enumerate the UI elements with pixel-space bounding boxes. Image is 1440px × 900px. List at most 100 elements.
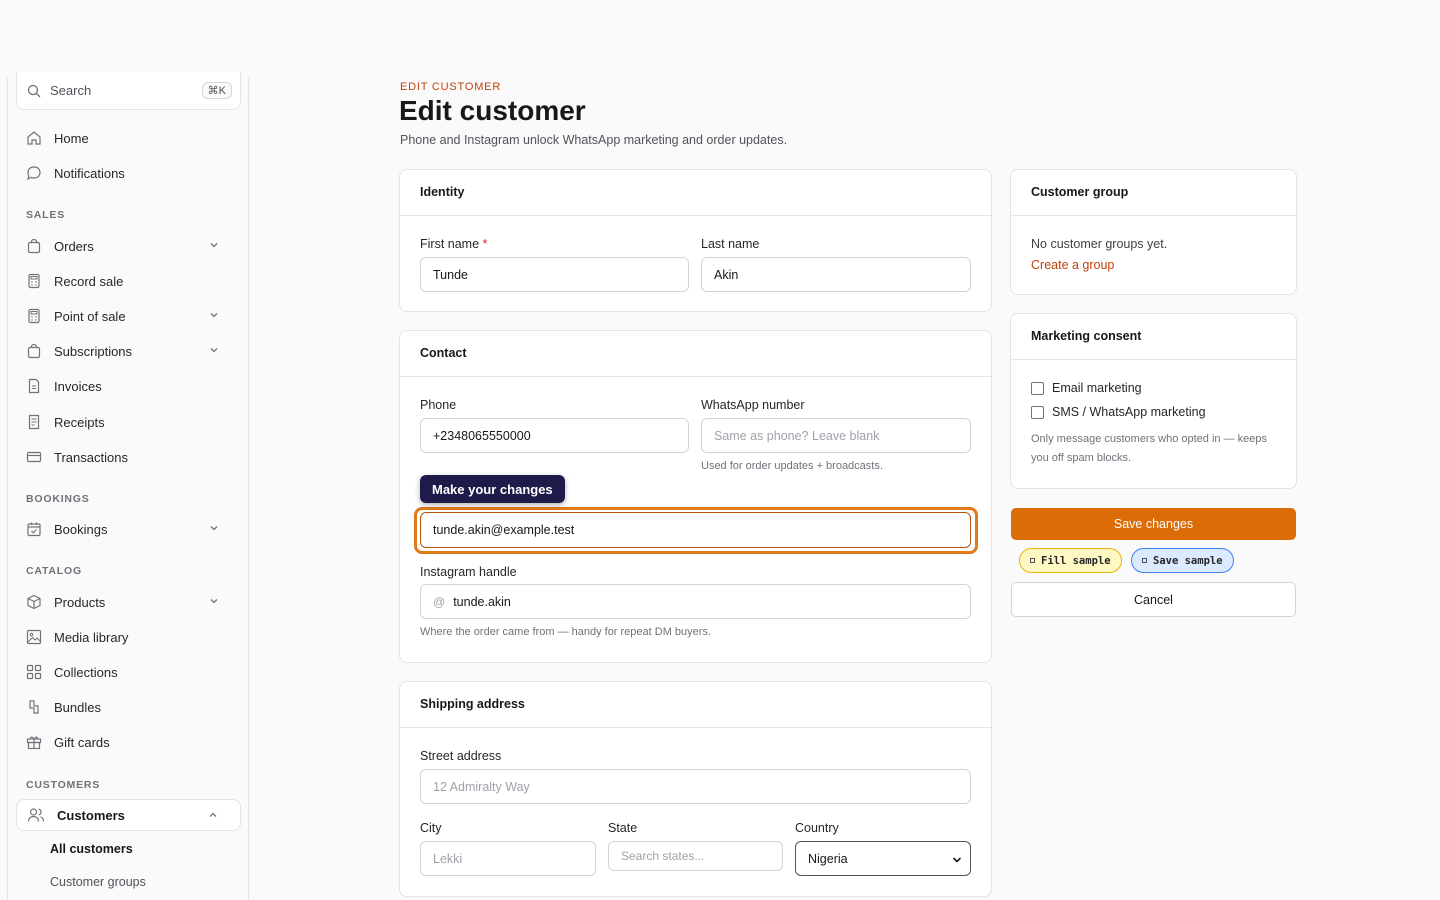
bundle-icon [29,700,39,714]
sidebar-item-products[interactable]: Products [16,586,241,618]
credit-card-icon [26,451,42,463]
page-eyebrow: EDIT CUSTOMER [400,81,502,93]
chevron-down-icon [210,243,218,248]
gift-icon [26,736,42,750]
tooltip: Make your changes [420,475,565,503]
sidebar-item-label: Gift cards [54,734,110,750]
save-sample-label: Save sample [1153,554,1223,567]
sidebar-item-subscriptions[interactable]: Subscriptions [16,335,241,367]
chevron-up-icon [209,812,217,817]
calculator-icon [28,308,40,324]
search-shortcut: ⌘K [201,82,232,99]
sidebar-item-label: Home [54,130,89,146]
square-icon [1030,558,1035,563]
state-label: State [608,821,638,835]
country-select[interactable]: Nigeria [795,841,971,876]
sidebar-item-label: Customers [57,807,125,823]
users-icon [27,808,45,822]
sidebar-item-receipts[interactable]: Receipts [16,406,241,438]
sidebar-item-label: Subscriptions [54,343,133,359]
whatsapp-hint: Used for order updates + broadcasts. [701,460,883,472]
sidebar-item-collections[interactable]: Collections [16,656,241,688]
sidebar-item-label: Media library [54,629,129,645]
fill-sample-label: Fill sample [1041,554,1111,567]
first-name-label: First name * [420,237,487,251]
email-input[interactable]: tunde.akin@example.test [420,512,971,548]
sidebar-item-home[interactable]: Home [16,122,241,154]
chevron-down-icon [210,599,218,604]
sidebar-subitem-all-customers[interactable]: All customers [50,842,133,856]
receipt-icon [28,414,40,430]
sms-marketing-label: SMS / WhatsApp marketing [1052,405,1206,419]
sidebar-item-gift-cards[interactable]: Gift cards [16,726,241,758]
document-icon [28,378,40,394]
first-name-input[interactable]: Tunde [420,257,689,292]
save-changes-button[interactable]: Save changes [1011,508,1296,540]
last-name-label: Last name [701,237,760,251]
sidebar-item-label: Record sale [54,273,124,289]
save-sample-button[interactable]: Save sample [1131,548,1234,573]
sidebar-item-record-sale[interactable]: Record sale [16,265,241,297]
marketing-heading: Marketing consent [1011,314,1296,360]
shipping-heading: Shipping address [400,682,991,728]
customer-group-card: Customer group [1010,169,1297,295]
sidebar-item-label: Notifications [54,165,125,181]
page-title: Edit customer [399,95,586,126]
sidebar-item-customers[interactable]: Customers [16,799,241,831]
last-name-input[interactable]: Akin [701,257,971,292]
email-marketing-checkbox[interactable] [1031,382,1044,395]
sidebar-item-bookings[interactable]: Bookings [16,513,241,545]
instagram-label: Instagram handle [420,565,517,579]
sidebar-item-notifications[interactable]: Notifications [16,157,241,189]
instagram-value: tunde.akin [453,594,511,609]
sidebar-item-label: Invoices [54,378,102,394]
whatsapp-input[interactable]: Same as phone? Leave blank [701,418,971,453]
sidebar-item-media-library[interactable]: Media library [16,621,241,653]
sidebar-item-invoices[interactable]: Invoices [16,370,241,402]
cancel-button[interactable]: Cancel [1011,582,1296,617]
sidebar-item-label: Bundles [54,699,101,715]
sidebar: Search ⌘K Home Notifications SALES Order… [7,72,249,900]
no-groups-text: No customer groups yet. [1031,237,1168,251]
sidebar-item-label: Orders [54,238,94,254]
sidebar-item-orders[interactable]: Orders [16,230,241,262]
fill-sample-button[interactable]: Fill sample [1019,548,1122,573]
chevron-down-icon [952,857,962,863]
sidebar-item-point-of-sale[interactable]: Point of sale [16,300,241,332]
country-label: Country [795,821,839,835]
sidebar-item-transactions[interactable]: Transactions [16,441,241,473]
street-input[interactable]: 12 Admiralty Way [420,769,971,804]
calendar-icon [27,522,41,537]
search-icon [27,84,41,97]
section-customers: CUSTOMERS [26,779,101,791]
sidebar-item-label: Bookings [54,521,108,537]
city-input[interactable]: Lekki [420,841,596,876]
instagram-hint: Where the order came from — handy for re… [420,626,712,638]
image-icon [26,629,42,645]
sidebar-item-bundles[interactable]: Bundles [16,691,241,723]
sidebar-subitem-customer-groups[interactable]: Customer groups [50,875,146,889]
search-placeholder: Search [50,83,92,98]
instagram-input[interactable]: @ tunde.akin [420,584,971,619]
customer-group-heading: Customer group [1011,170,1296,216]
create-group-link[interactable]: Create a group [1031,258,1114,272]
sidebar-item-label: Collections [54,664,118,680]
country-value: Nigeria [808,851,848,866]
city-label: City [420,821,442,835]
first-name-label-text: First name [420,237,480,251]
phone-input[interactable]: +2348065550000 [420,418,689,453]
contact-heading: Contact [400,331,991,377]
required-mark: * [482,237,488,251]
search-input[interactable]: Search ⌘K [16,72,241,110]
state-search-input[interactable]: Search states... [608,841,783,871]
calculator-icon [28,273,40,289]
bag-icon [27,238,41,254]
email-marketing-label: Email marketing [1052,381,1142,395]
chat-bubble-icon [27,166,41,181]
sidebar-item-label: Point of sale [54,308,126,324]
sidebar-item-label: Receipts [54,414,105,430]
sms-marketing-checkbox[interactable] [1031,406,1044,419]
bag-icon [27,343,41,359]
marketing-hint: Only message customers who opted in — ke… [1031,433,1268,464]
home-icon [27,131,41,145]
